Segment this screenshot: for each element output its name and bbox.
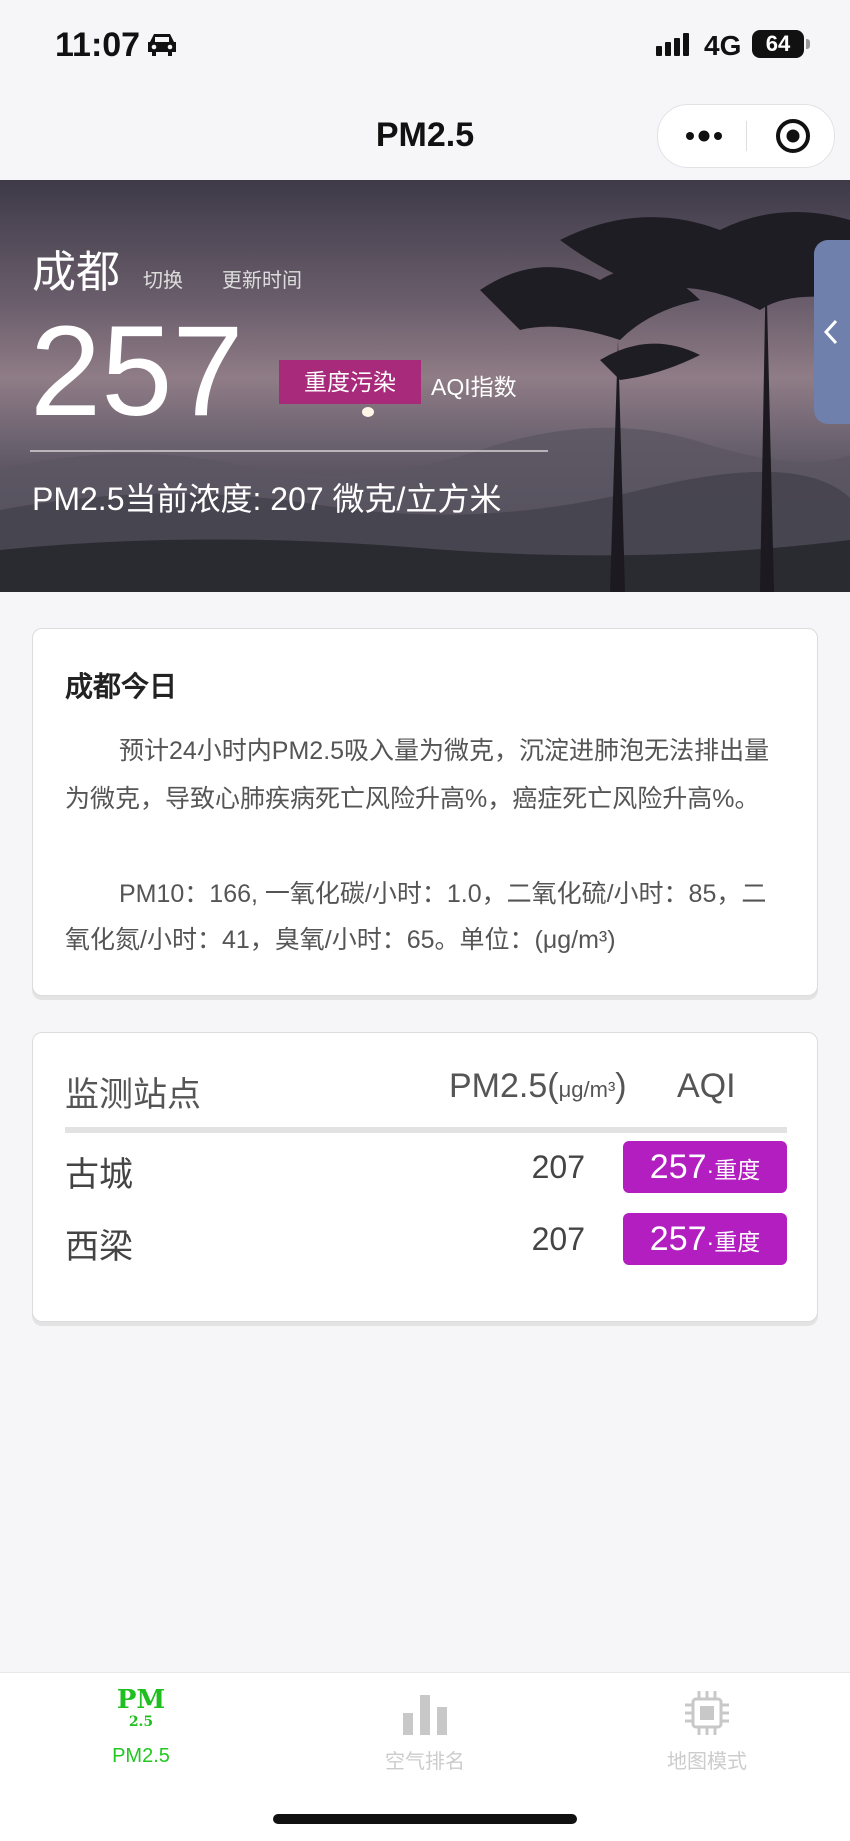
pm25-logo-icon: PM 2.5 [116,1685,166,1730]
side-drawer-handle[interactable] [814,240,850,424]
pollution-level-badge: 重度污染 [279,360,421,404]
status-time: 11:07 [55,26,141,64]
aqi-label: AQI指数 [431,374,517,400]
tab-map-mode[interactable]: 地图模式 [607,1687,807,1774]
car-icon [148,34,176,56]
tab-air-ranking-label: 空气排名 [385,1751,465,1773]
signal-icon [656,33,689,56]
tab-air-ranking[interactable]: 空气排名 [325,1687,525,1774]
header-station: 监测站点 [65,1076,201,1114]
battery-icon: 64 [752,30,810,58]
pm25-concentration: PM2.5当前浓度: 207 微克/立方米 [32,481,502,517]
update-time-label: 更新时间 [222,270,302,292]
station-pm25: 207 [531,1149,585,1185]
close-target-icon[interactable] [774,117,812,155]
bar-chart-icon [403,1695,447,1735]
capsule-divider [746,121,747,151]
chevron-left-icon [823,319,838,345]
today-title: 成都今日 [65,671,178,702]
header-pm25: PM2.5(μg/m³) [449,1067,627,1105]
tab-map-mode-label: 地图模式 [667,1751,747,1773]
home-indicator [273,1814,577,1824]
tab-pm25-label: PM2.5 [112,1745,170,1767]
aqi-value: 257 [30,300,244,443]
station-aqi-badge: 257·重度 [623,1141,787,1193]
header-pm25-unit: μg/m³ [558,1077,616,1102]
table-row[interactable]: 古城 207 257·重度 [33,1141,817,1201]
today-card: 成都今日 预计24小时内PM2.5吸入量为微克，沉淀进肺泡无法排出量为微克，导致… [32,628,818,996]
station-name: 古城 [65,1156,133,1194]
hero-divider [30,450,548,452]
status-bar: 11:07 4G 64 [0,0,850,92]
chip-icon [685,1691,729,1735]
station-pm25: 207 [531,1221,585,1257]
table-header-divider [65,1127,787,1133]
table-row[interactable]: 西梁 207 257·重度 [33,1213,817,1273]
inhalation-paragraph: 预计24小时内PM2.5吸入量为微克，沉淀进肺泡无法排出量为微克，导致心肺疾病死… [65,737,770,813]
switch-city-link[interactable]: 切换 [143,264,183,293]
header-aqi: AQI [677,1067,736,1105]
station-name: 西梁 [65,1228,133,1266]
network-type: 4G [704,30,742,61]
hero-banner: 成都 切换 更新时间 257 重度污染 AQI指数 PM2.5当前浓度: 207… [0,180,850,592]
tab-pm25[interactable]: PM 2.5 PM2.5 [41,1687,241,1768]
station-aqi-badge: 257·重度 [623,1213,787,1265]
pollutants-paragraph: PM10：166, 一氧化碳/小时：1.0，二氧化硫/小时：85，二氧化氮/小时… [65,880,767,954]
stations-card: 监测站点 PM2.5(μg/m³) AQI 古城 207 257·重度 西梁 2… [32,1032,818,1322]
mini-program-capsule [657,104,835,168]
nav-bar: PM2.5 [0,92,850,180]
more-icon[interactable] [682,123,726,149]
city-name: 成都 [32,248,120,297]
